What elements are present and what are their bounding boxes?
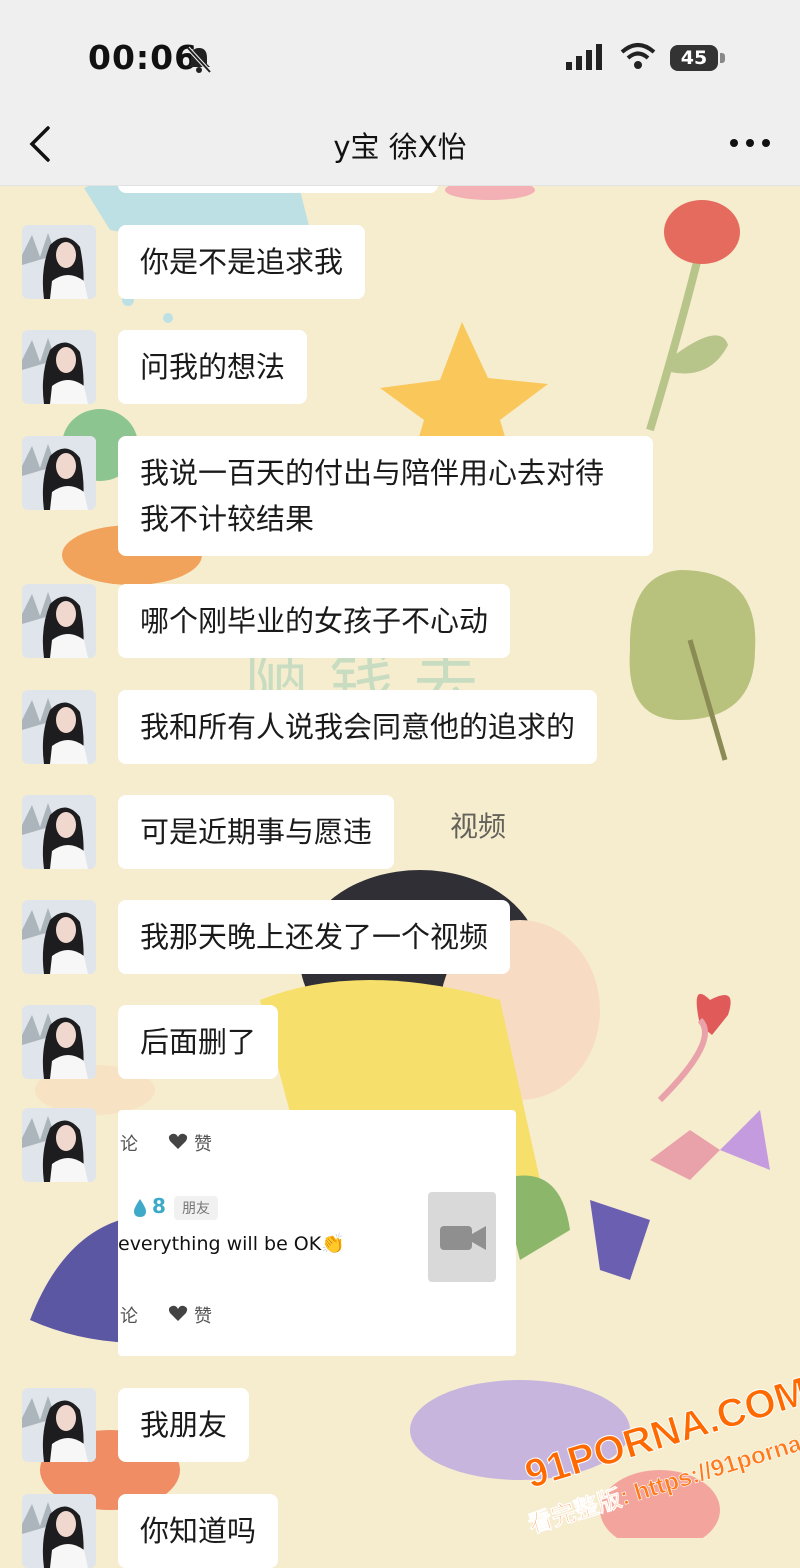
signal-icon — [566, 44, 602, 70]
comment-label: 论 — [120, 1306, 138, 1327]
avatar[interactable] — [22, 1108, 96, 1182]
friend-tag: 朋友 — [174, 1196, 218, 1220]
bell-off-icon — [186, 46, 212, 74]
tulip-flower — [664, 200, 740, 264]
avatar[interactable] — [22, 1388, 96, 1462]
avatar-image — [22, 225, 96, 299]
avatar[interactable] — [22, 225, 96, 299]
post-text: everything will be OK👏 — [118, 1233, 345, 1255]
avatar[interactable] — [22, 690, 96, 764]
message-line: 我不计较结果 — [140, 502, 315, 536]
avatar-image — [22, 1108, 96, 1182]
video-thumbnail[interactable] — [428, 1192, 496, 1282]
avatar-image — [22, 436, 96, 510]
avatar[interactable] — [22, 584, 96, 658]
status-bar: 00:06 45 — [0, 0, 800, 110]
avatar-image — [22, 330, 96, 404]
avatar-image — [22, 1388, 96, 1462]
avatar-image — [22, 795, 96, 869]
battery-level: 45 — [680, 47, 708, 69]
more-dots-icon[interactable] — [726, 128, 774, 158]
battery-cap — [720, 53, 725, 63]
overlapping-text: 视频 — [450, 810, 507, 843]
wifi-icon — [620, 43, 656, 69]
message-bubble[interactable]: 可是近期事与愿违 — [118, 795, 395, 869]
message-bubble[interactable]: 我说一百天的付出与陪伴用心去对待 我不计较结果 — [118, 436, 653, 556]
chat-title: y宝 徐X怡 — [333, 130, 467, 164]
message-bubble[interactable]: 问我的想法 — [118, 330, 308, 404]
avatar-image — [22, 690, 96, 764]
avatar-image — [22, 584, 96, 658]
video-camera-icon — [440, 1226, 486, 1250]
avatar[interactable] — [22, 795, 96, 869]
user-level: 8 — [152, 1194, 166, 1218]
water-drop-icon — [134, 1199, 146, 1217]
avatar[interactable] — [22, 330, 96, 404]
avatar-image — [22, 1005, 96, 1079]
message-bubble[interactable]: 我和所有人说我会同意他的追求的 — [118, 690, 598, 764]
avatar[interactable] — [22, 900, 96, 974]
heart-icon — [168, 1305, 188, 1321]
like-label: 赞 — [194, 1134, 212, 1155]
message-bubble[interactable]: 后面删了 — [118, 1005, 279, 1079]
message-line: 我说一百天的付出与陪伴用心去对待 — [140, 456, 605, 490]
avatar[interactable] — [22, 436, 96, 510]
chevron-left-icon[interactable] — [24, 124, 58, 164]
like-label: 赞 — [194, 1306, 212, 1327]
chat-header: y宝 徐X怡 — [0, 110, 800, 186]
message-bubble[interactable]: 我那天晚上还发了一个视频 — [118, 900, 511, 974]
avatar[interactable] — [22, 1494, 96, 1568]
message-bubble[interactable]: 你知道吗 — [118, 1494, 279, 1568]
heart-icon — [168, 1133, 188, 1149]
message-bubble[interactable]: 哪个刚毕业的女孩子不心动 — [118, 584, 511, 658]
status-time: 00:06 — [88, 38, 199, 77]
message-bubble[interactable]: 我朋友 — [118, 1388, 250, 1462]
avatar-image — [22, 900, 96, 974]
avatar[interactable] — [22, 1005, 96, 1079]
message-bubble[interactable]: 你是不是追求我 — [118, 225, 366, 299]
shared-screenshot-image[interactable]: 论 赞 8 朋友 everything will be OK👏 论 赞 — [118, 1110, 516, 1356]
comment-label: 论 — [120, 1134, 138, 1155]
battery-icon: 45 — [670, 45, 726, 71]
avatar-image — [22, 1494, 96, 1568]
